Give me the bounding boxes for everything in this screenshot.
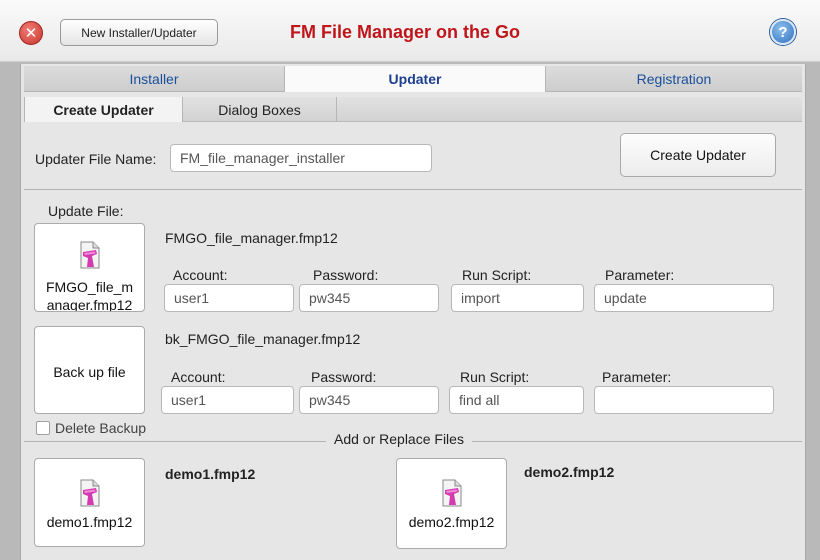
create-updater-button[interactable]: Create Updater (620, 133, 776, 177)
fmp-file-icon (80, 241, 100, 269)
fmp-file-icon (442, 479, 462, 507)
backup-run-script-input[interactable]: find all (449, 386, 584, 414)
account-input[interactable]: user1 (164, 284, 294, 312)
updater-file-name-input[interactable]: FM_file_manager_installer (170, 144, 432, 172)
update-file-label: Update File: (48, 203, 124, 219)
password-input[interactable]: pw345 (299, 284, 439, 312)
sub-tab-bar: Create Updater Dialog Boxes (24, 97, 802, 122)
password-label: Password: (313, 267, 379, 283)
demo2-file-container[interactable]: demo2.fmp12 (396, 458, 507, 549)
title-bar: ✕ New Installer/Updater FM File Manager … (0, 0, 820, 62)
add-replace-title: Add or Replace Files (326, 431, 472, 447)
close-icon[interactable]: ✕ (19, 21, 43, 45)
demo1-file-container[interactable]: demo1.fmp12 (34, 458, 145, 547)
update-file-caption: FMGO_file_m anager.fmp12 (45, 279, 134, 312)
account-label: Account: (173, 267, 228, 283)
app-title: FM File Manager on the Go (290, 22, 521, 42)
parameter-input[interactable]: update (594, 284, 774, 312)
main-panel: Installer Updater Registration Create Up… (20, 64, 806, 560)
delete-backup-label: Delete Backup (55, 420, 147, 436)
tab-create-updater[interactable]: Create Updater (24, 97, 183, 122)
update-filename: FMGO_file_manager.fmp12 (165, 230, 338, 246)
tab-updater[interactable]: Updater (285, 66, 546, 92)
tab-registration[interactable]: Registration (546, 66, 802, 92)
run-script-label: Run Script: (462, 267, 532, 283)
divider (24, 189, 802, 190)
backup-password-label: Password: (311, 369, 377, 385)
backup-parameter-label: Parameter: (602, 369, 672, 385)
tab-installer[interactable]: Installer (24, 66, 285, 92)
demo2-title: demo2.fmp12 (524, 464, 615, 480)
run-script-input[interactable]: import (451, 284, 584, 312)
new-installer-updater-button[interactable]: New Installer/Updater (60, 19, 218, 46)
demo1-caption: demo1.fmp12 (46, 514, 133, 530)
demo2-caption: demo2.fmp12 (408, 514, 495, 530)
tab-dialog-boxes[interactable]: Dialog Boxes (183, 97, 337, 122)
backup-run-script-label: Run Script: (460, 369, 530, 385)
backup-file-container[interactable]: Back up file (34, 326, 145, 414)
backup-file-caption: Back up file (53, 364, 126, 380)
backup-filename: bk_FMGO_file_manager.fmp12 (165, 331, 361, 347)
backup-parameter-input[interactable] (594, 386, 774, 414)
update-file-container[interactable]: FMGO_file_m anager.fmp12 (34, 223, 145, 312)
fmp-file-icon (80, 479, 100, 507)
backup-account-input[interactable]: user1 (161, 386, 294, 414)
delete-backup-checkbox[interactable] (36, 421, 50, 435)
backup-account-label: Account: (171, 369, 226, 385)
updater-file-name-label: Updater File Name: (35, 151, 157, 167)
demo1-title: demo1.fmp12 (165, 466, 256, 482)
parameter-label: Parameter: (605, 267, 675, 283)
help-icon[interactable]: ? (770, 19, 796, 45)
backup-password-input[interactable]: pw345 (299, 386, 439, 414)
